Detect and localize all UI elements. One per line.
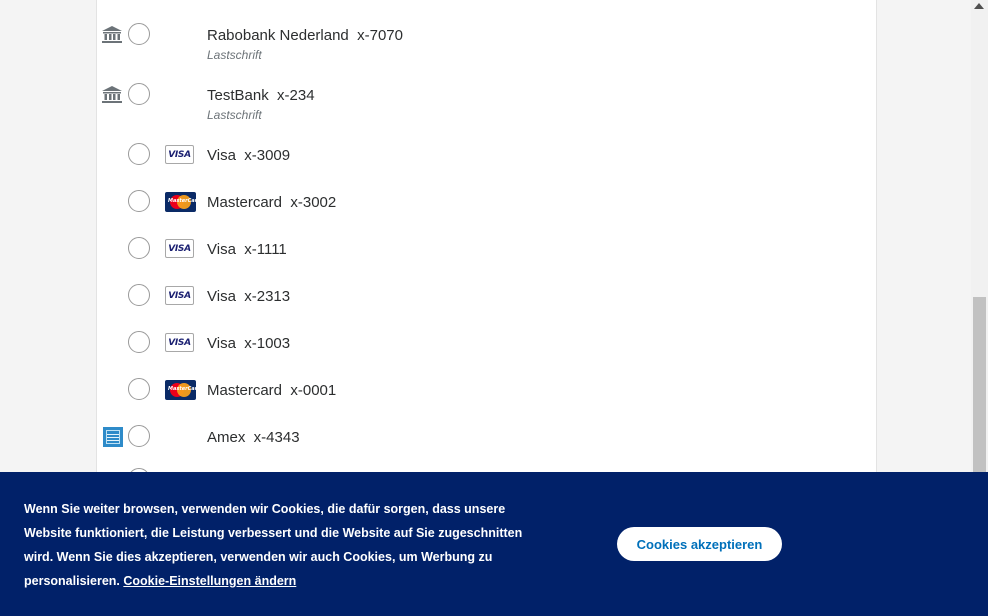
- radio-button[interactable]: [128, 284, 150, 306]
- payment-method-visa-2313[interactable]: VISA Visa x-2313: [97, 276, 876, 316]
- payment-method-name: Amex x-4343: [207, 429, 300, 446]
- mastercard-icon: MasterCard: [165, 380, 196, 400]
- payment-method-name: Mastercard x-3002: [207, 194, 337, 211]
- accept-cookies-button[interactable]: Cookies akzeptieren: [617, 527, 782, 561]
- scrollbar-thumb[interactable]: [973, 297, 986, 472]
- cookie-banner: Wenn Sie weiter browsen, verwenden wir C…: [0, 472, 988, 616]
- payment-method-name: Visa x-1111: [207, 241, 287, 258]
- amex-icon: [103, 427, 123, 447]
- payment-method-amex-4343[interactable]: Amex x-4343: [97, 417, 876, 457]
- radio-button[interactable]: [128, 331, 150, 353]
- cookie-settings-link[interactable]: Cookie-Einstellungen ändern: [123, 574, 296, 588]
- payment-method-subtitle: Lastschrift: [207, 108, 262, 122]
- bank-icon: [101, 85, 123, 104]
- payment-method-mastercard-0001[interactable]: MasterCard Mastercard x-0001: [97, 370, 876, 410]
- mastercard-icon: MasterCard: [165, 192, 196, 212]
- scroll-up-arrow-icon[interactable]: [974, 3, 984, 9]
- visa-icon: VISA: [165, 286, 194, 305]
- payment-method-name: Visa x-2313: [207, 288, 291, 305]
- payment-method-name: Visa x-1003: [207, 335, 291, 352]
- payment-method-rabobank[interactable]: Rabobank Nederland x-7070 Lastschrift: [97, 20, 876, 62]
- radio-button[interactable]: [128, 143, 150, 165]
- radio-button[interactable]: [128, 425, 150, 447]
- payment-method-name: TestBank x-234: [207, 87, 315, 104]
- payment-method-visa-1111[interactable]: VISA Visa x-1111: [97, 229, 876, 269]
- payment-method-name: Mastercard x-0001: [207, 382, 337, 399]
- payment-method-mastercard-3002[interactable]: MasterCard Mastercard x-3002: [97, 182, 876, 222]
- cookie-banner-text: Wenn Sie weiter browsen, verwenden wir C…: [24, 497, 554, 593]
- payment-method-name: Rabobank Nederland x-7070: [207, 27, 403, 44]
- visa-icon: VISA: [165, 239, 194, 258]
- payment-method-visa-1003[interactable]: VISA Visa x-1003: [97, 323, 876, 363]
- payment-method-subtitle: Lastschrift: [207, 48, 262, 62]
- radio-button[interactable]: [128, 23, 150, 45]
- visa-icon: VISA: [165, 145, 194, 164]
- radio-button[interactable]: [128, 83, 150, 105]
- radio-button[interactable]: [128, 378, 150, 400]
- bank-icon: [101, 25, 123, 44]
- payment-method-visa-3009[interactable]: VISA Visa x-3009: [97, 135, 876, 175]
- radio-button[interactable]: [128, 190, 150, 212]
- payment-method-name: Visa x-3009: [207, 147, 291, 164]
- payment-methods-panel: Rabobank Nederland x-7070 Lastschrift Te…: [96, 0, 877, 490]
- visa-icon: VISA: [165, 333, 194, 352]
- payment-method-testbank[interactable]: TestBank x-234 Lastschrift: [97, 80, 876, 122]
- radio-button[interactable]: [128, 237, 150, 259]
